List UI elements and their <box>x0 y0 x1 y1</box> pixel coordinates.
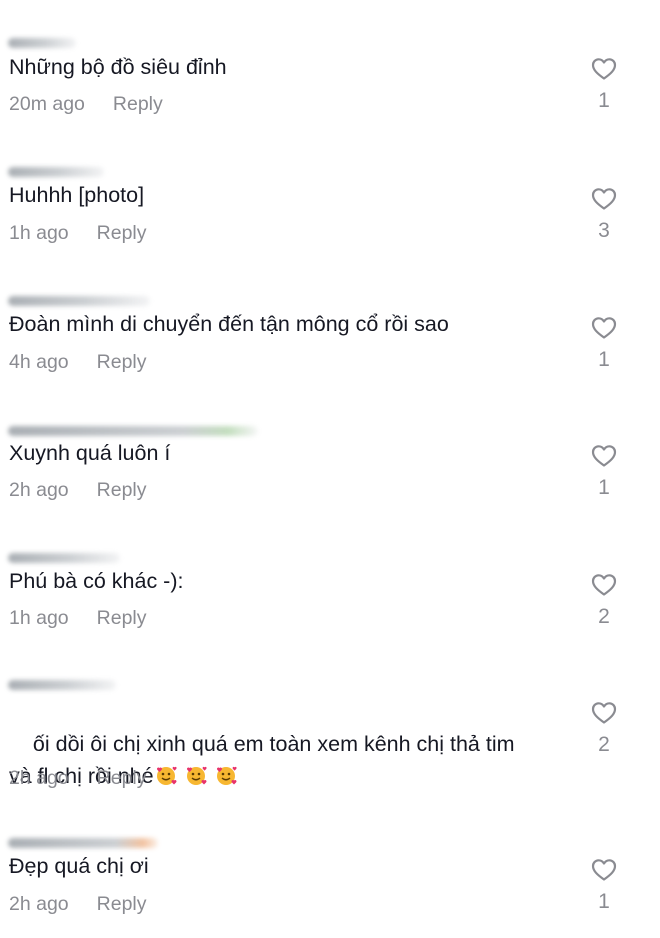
username-blurred[interactable] <box>8 167 104 177</box>
heart-outline-icon <box>591 58 617 80</box>
heart-outline-icon <box>591 574 617 596</box>
comment-meta: 2h ago Reply <box>9 893 147 916</box>
comment-time: 4h ago <box>9 351 69 373</box>
like-button[interactable]: 1 <box>588 316 620 372</box>
username-blurred[interactable] <box>8 553 120 563</box>
comment-time: 2h ago <box>9 893 69 915</box>
like-count: 1 <box>598 348 610 371</box>
comment-meta: 1h ago Reply <box>9 222 147 245</box>
comment-text: ối dồi ôi chị xinh quá em toàn xem kênh … <box>9 696 569 824</box>
smiling-face-with-hearts-emoji <box>156 766 177 785</box>
like-count: 1 <box>598 890 610 913</box>
reply-button[interactable]: Reply <box>113 93 163 116</box>
comment-text: Xuynh quá luôn í <box>9 441 171 465</box>
comment-text: Những bộ đồ siêu đỉnh <box>9 55 227 79</box>
comment-meta: 1h ago Reply <box>9 607 147 630</box>
username-blurred[interactable] <box>8 296 150 306</box>
comment-meta: 2h ago Reply <box>9 767 147 790</box>
comment-meta: 20m ago Reply <box>9 93 163 116</box>
comment-time: 20m ago <box>9 93 85 115</box>
heart-outline-icon <box>591 188 617 210</box>
comment-time: 1h ago <box>9 607 69 629</box>
reply-button[interactable]: Reply <box>97 351 147 374</box>
emoji-group <box>154 764 244 788</box>
like-count: 1 <box>598 89 610 112</box>
smiling-face-with-hearts-emoji <box>186 766 207 785</box>
comment-text: Phú bà có khác -): <box>9 569 184 593</box>
comment-text: Huhhh [photo] <box>9 183 145 207</box>
reply-button[interactable]: Reply <box>97 767 147 790</box>
username-blurred[interactable] <box>8 838 158 848</box>
heart-outline-icon <box>591 702 617 724</box>
comment-meta: 4h ago Reply <box>9 351 147 374</box>
like-count: 3 <box>598 219 610 242</box>
comment-time: 2h ago <box>9 479 69 501</box>
username-blurred[interactable] <box>8 680 116 690</box>
like-button[interactable]: 3 <box>588 187 620 243</box>
like-count: 2 <box>598 605 610 628</box>
comment-text: Đoàn mình di chuyển đến tận mông cổ rồi … <box>9 312 449 336</box>
reply-button[interactable]: Reply <box>97 479 147 502</box>
like-button[interactable]: 1 <box>588 57 620 113</box>
like-button[interactable]: 1 <box>588 858 620 914</box>
username-blurred[interactable] <box>8 38 76 48</box>
heart-outline-icon <box>591 317 617 339</box>
like-count: 2 <box>598 733 610 756</box>
reply-button[interactable]: Reply <box>97 222 147 245</box>
comment-time: 1h ago <box>9 222 69 244</box>
heart-outline-icon <box>591 859 617 881</box>
like-count: 1 <box>598 476 610 499</box>
comment-meta: 2h ago Reply <box>9 479 147 502</box>
smiling-face-with-hearts-emoji <box>216 766 237 785</box>
reply-button[interactable]: Reply <box>97 607 147 630</box>
username-blurred[interactable] <box>8 426 258 436</box>
reply-button[interactable]: Reply <box>97 893 147 916</box>
heart-outline-icon <box>591 445 617 467</box>
like-button[interactable]: 2 <box>588 573 620 629</box>
like-button[interactable]: 2 <box>588 701 620 757</box>
like-button[interactable]: 1 <box>588 444 620 500</box>
comment-text: Đẹp quá chị ơi <box>9 854 149 878</box>
comment-time: 2h ago <box>9 767 69 789</box>
